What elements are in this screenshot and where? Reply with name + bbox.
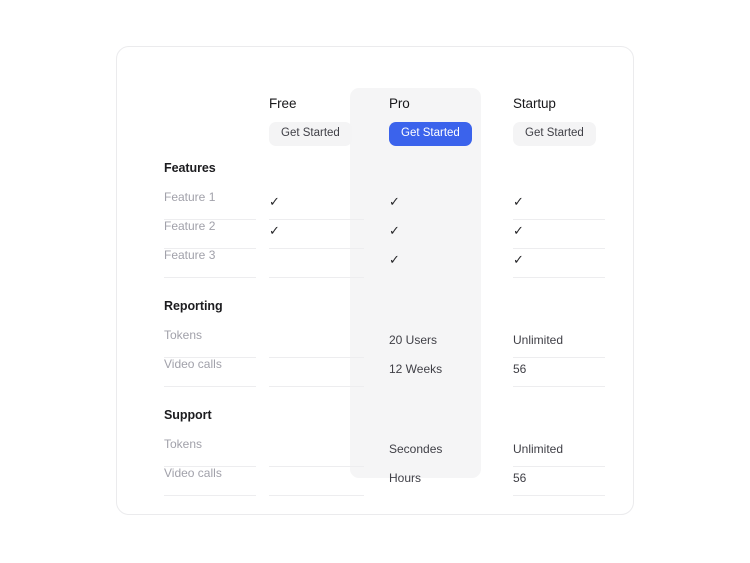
value-text: 12 Weeks	[389, 362, 443, 376]
plan-column-free: Free Get Started	[264, 95, 366, 147]
value-text: 56	[513, 471, 527, 485]
get-started-button-free[interactable]: Get Started	[269, 121, 352, 146]
check-icon: ✓	[513, 194, 524, 209]
feature-label-cell: Tokens	[164, 438, 256, 467]
value-cell-pro: ✓	[376, 191, 497, 220]
value-cell-pro: ✓	[376, 249, 497, 278]
section-title-cell: Reporting	[164, 300, 256, 320]
feature-label: Tokens	[164, 328, 203, 342]
get-started-button-startup[interactable]: Get Started	[513, 121, 596, 146]
section-header-row: Features	[117, 162, 633, 182]
value-text: 20 Users	[389, 333, 438, 347]
check-icon: ✓	[389, 194, 400, 209]
check-icon: ✓	[269, 223, 280, 238]
table-row: Feature 2 ✓ ✓ ✓	[117, 220, 633, 249]
check-icon: ✓	[389, 252, 400, 267]
get-started-button-pro[interactable]: Get Started	[389, 121, 472, 146]
screenshot-root: Free Get Started Pro Get Started Startup…	[0, 0, 750, 563]
value-cell-free	[264, 249, 366, 278]
section-title: Support	[164, 408, 212, 422]
section-title-cell: Support	[164, 409, 256, 429]
section-title-cell: Features	[164, 162, 256, 182]
value-text: Secondes	[389, 442, 443, 456]
value-text: Unlimited	[513, 333, 564, 347]
table-row: Feature 3 ✓ ✓	[117, 249, 633, 278]
feature-label-cell: Feature 2	[164, 220, 256, 249]
table-row: Tokens 20 Users Unlimited	[117, 329, 633, 358]
value-cell-startup: 56	[508, 467, 607, 496]
value-cell-startup: ✓	[508, 249, 607, 278]
section-header-row: Reporting	[117, 300, 633, 320]
check-icon: ✓	[269, 194, 280, 209]
value-cell-startup: Unlimited	[508, 329, 607, 358]
value-cell-startup: ✓	[508, 191, 607, 220]
value-cell-pro: ✓	[376, 220, 497, 249]
plan-name-free: Free	[269, 96, 297, 111]
feature-label: Feature 1	[164, 190, 216, 204]
value-cell-pro: 20 Users	[376, 329, 497, 358]
check-icon: ✓	[389, 223, 400, 238]
feature-label: Video calls	[164, 357, 222, 371]
feature-label-cell: Tokens	[164, 329, 256, 358]
check-icon: ✓	[513, 252, 524, 267]
value-cell-startup: 56	[508, 358, 607, 387]
value-cell-free: ✓	[264, 191, 366, 220]
section-header-row: Support	[117, 409, 633, 429]
feature-label: Video calls	[164, 466, 222, 480]
value-cell-pro: Secondes	[376, 438, 497, 467]
feature-label-cell: Feature 1	[164, 191, 256, 220]
table-row: Tokens Secondes Unlimited	[117, 438, 633, 467]
feature-label: Feature 2	[164, 219, 216, 233]
value-text: Hours	[389, 471, 422, 485]
header-spacer-cell	[164, 95, 256, 147]
feature-label-cell: Video calls	[164, 467, 256, 496]
plan-header-row: Free Get Started Pro Get Started Startup…	[117, 95, 633, 147]
value-text: 56	[513, 362, 527, 376]
value-cell-free: ✓	[264, 220, 366, 249]
value-cell-startup: ✓	[508, 220, 607, 249]
feature-label-cell: Video calls	[164, 358, 256, 387]
table-row: Feature 1 ✓ ✓ ✓	[117, 191, 633, 220]
feature-label-cell: Feature 3	[164, 249, 256, 278]
plan-column-startup: Startup Get Started	[508, 95, 607, 147]
value-cell-free	[264, 329, 366, 358]
plan-column-pro: Pro Get Started	[376, 95, 497, 147]
section-title: Features	[164, 161, 216, 175]
pricing-table: Free Get Started Pro Get Started Startup…	[117, 47, 633, 514]
value-cell-pro: 12 Weeks	[376, 358, 497, 387]
plan-name-pro: Pro	[389, 96, 410, 111]
pricing-comparison-card: Free Get Started Pro Get Started Startup…	[116, 46, 634, 515]
feature-label: Feature 3	[164, 248, 216, 262]
feature-label: Tokens	[164, 437, 203, 451]
value-cell-pro: Hours	[376, 467, 497, 496]
table-row: Video calls Hours 56	[117, 467, 633, 496]
plan-name-startup: Startup	[513, 96, 556, 111]
value-text: Unlimited	[513, 442, 564, 456]
check-icon: ✓	[513, 223, 524, 238]
table-row: Video calls 12 Weeks 56	[117, 358, 633, 387]
value-cell-startup: Unlimited	[508, 438, 607, 467]
value-cell-free	[264, 358, 366, 387]
value-cell-free	[264, 438, 366, 467]
value-cell-free	[264, 467, 366, 496]
section-title: Reporting	[164, 299, 223, 313]
